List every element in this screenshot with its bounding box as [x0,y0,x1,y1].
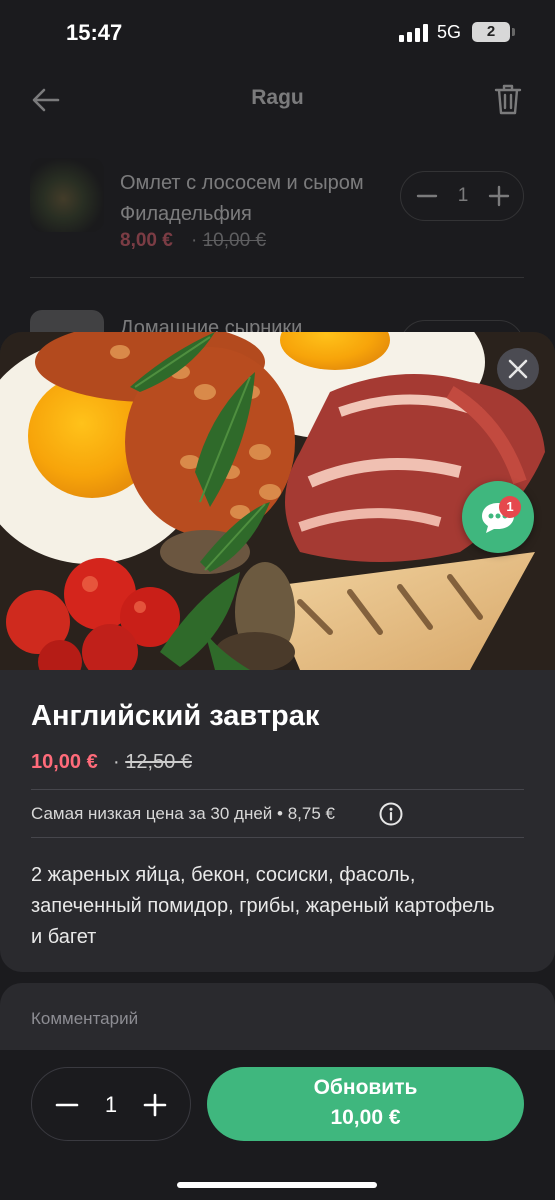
dish-price: 10,00 € [31,751,98,773]
trash-icon[interactable] [492,82,524,116]
battery-icon: 2 [472,22,510,42]
cart-item-old-price-wrap: · 10,00 € [191,230,266,252]
lowest-price-text: Самая низкая цена за 30 дней • 8,75 € [31,804,335,823]
close-icon [508,359,528,379]
cart-item-quantity: 1 [457,185,469,206]
page-title: Ragu [251,86,304,109]
chat-icon [482,503,514,533]
battery-tip [512,28,515,36]
cart-item[interactable]: Домашние сырники [0,300,555,335]
dish-title: Английский завтрак [31,700,320,732]
divider [30,277,524,278]
close-button[interactable] [497,348,539,390]
dish-old-price: 12,50 € [125,751,192,773]
divider [31,837,524,838]
header: Ragu [0,66,555,132]
minus-icon[interactable] [415,184,439,208]
minus-icon[interactable] [54,1092,80,1118]
dish-description: 2 жареных яйца, бекон, сосиски, фасоль, … [31,864,495,948]
network-type: 5G [437,22,462,42]
dish-old-price-wrap: · 12,50 € [113,751,192,774]
plus-icon[interactable] [487,184,511,208]
info-icon[interactable] [379,802,403,826]
cart-item[interactable]: Омлет с лососем и сыром Филадельфия 8,00… [0,150,555,278]
update-button-label: Обновить [313,1076,418,1099]
home-indicator [177,1182,377,1188]
update-button-price: 10,00 € [330,1106,401,1129]
status-bar: 15:47 5G 2 [0,0,555,66]
signal-icon [399,24,429,42]
quantity-stepper: 1 [31,1067,191,1141]
price-separator: · [113,751,120,773]
battery-level: 2 [486,23,496,40]
divider [31,789,524,790]
chat-badge: 1 [499,496,521,518]
quantity-value: 1 [104,1092,118,1117]
update-button[interactable]: Обновить 10,00 € [207,1067,524,1141]
plus-icon[interactable] [142,1092,168,1118]
status-time: 15:47 [66,20,123,45]
cart-item-old-price: 10,00 € [202,230,267,251]
cart-item-name: Омлет с лососем и сыром Филадельфия [120,172,364,225]
cart-item-stepper: 1 [400,171,524,221]
price-separator: · [191,230,198,251]
cart-item-image [30,158,104,232]
cart-item-price: 8,00 € [120,230,173,251]
comment-input[interactable]: Комментарий [31,1009,138,1029]
chat-button[interactable] [462,481,534,553]
